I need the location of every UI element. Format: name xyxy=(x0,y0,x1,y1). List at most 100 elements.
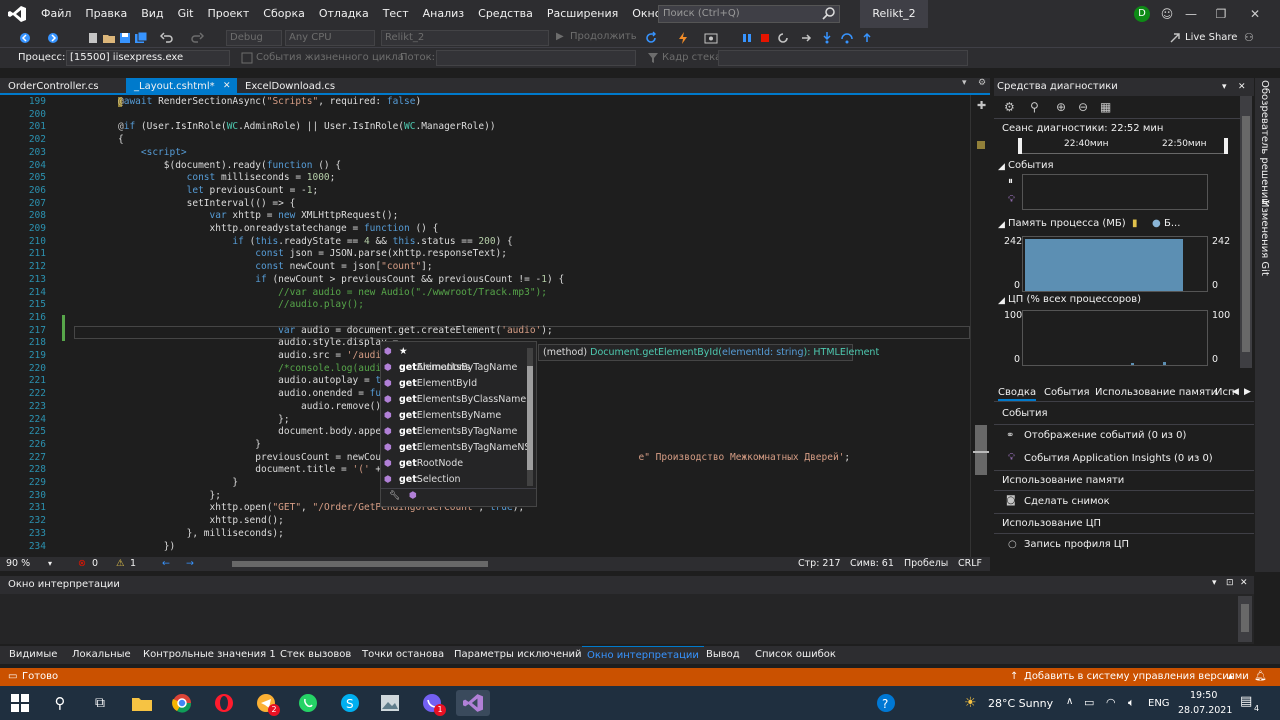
bottom-tab-7[interactable]: Вывод xyxy=(701,646,745,664)
code-line[interactable]: xhttp.onreadystatechange = function () { xyxy=(118,223,439,236)
immediate-window[interactable]: Окно интерпретации ▾ ⊡ ✕ xyxy=(0,576,1254,644)
immediate-scrollbar[interactable] xyxy=(1238,596,1252,642)
code-line[interactable]: <script> xyxy=(118,147,187,160)
redo-icon[interactable] xyxy=(190,31,204,45)
weather-text[interactable]: 28°C Sunny xyxy=(988,697,1053,710)
tabs-next-icon[interactable]: ▶ xyxy=(1244,387,1251,397)
memory-graph[interactable] xyxy=(1022,236,1208,292)
warning-icon[interactable]: ⚠ xyxy=(116,557,125,571)
step-out-icon[interactable] xyxy=(860,31,874,45)
diagnostics-scrollbar[interactable] xyxy=(1240,96,1252,368)
tabs-prev-icon[interactable]: ◀ xyxy=(1232,387,1239,397)
startup-project-dropdown[interactable]: Relikt_2 xyxy=(381,30,549,46)
bottom-tab-5[interactable]: Параметры исключений xyxy=(449,646,587,664)
live-share-icon[interactable] xyxy=(1168,31,1182,45)
wifi-icon[interactable]: ◠ xyxy=(1106,696,1116,709)
action-center-icon[interactable]: ▤ xyxy=(1240,694,1252,709)
save-icon[interactable] xyxy=(118,31,132,45)
add-to-source-control-button[interactable]: Добавить в систему управления версиями xyxy=(1024,668,1249,686)
tab-exceldownload[interactable]: ExcelDownload.cs xyxy=(237,78,347,95)
horizontal-scrollbar[interactable] xyxy=(232,561,488,567)
clock-date[interactable]: 28.07.2021 xyxy=(1178,705,1232,716)
settings-icon[interactable]: ⚙ xyxy=(1004,100,1015,114)
solution-explorer-tab[interactable]: Обозреватель решений xyxy=(1259,80,1270,205)
code-line[interactable]: } xyxy=(118,477,238,490)
menu-item-9[interactable]: Средства xyxy=(471,0,540,28)
collapse-icon[interactable]: ◢ xyxy=(998,220,1005,230)
bottom-tab-4[interactable]: Точки останова xyxy=(357,646,449,664)
menu-item-1[interactable]: Правка xyxy=(78,0,134,28)
process-dropdown[interactable]: [15500] iisexpress.exe xyxy=(66,50,230,66)
visual-studio-logo-icon[interactable] xyxy=(0,0,34,28)
bottom-tab-3[interactable]: Стек вызовов xyxy=(275,646,356,664)
lifecycle-events-icon[interactable] xyxy=(240,51,254,65)
volume-icon[interactable]: 🔈︎ xyxy=(1128,696,1135,710)
scrollbar-thumb[interactable] xyxy=(975,425,987,475)
notifications-icon[interactable]: 🔔︎ xyxy=(1254,668,1267,686)
events-display-link[interactable]: Отображение событий (0 из 0) xyxy=(1024,430,1186,441)
help-icon[interactable]: ? xyxy=(872,690,900,716)
show-next-statement-icon[interactable] xyxy=(800,31,814,45)
code-line[interactable]: xhttp.send(); xyxy=(118,515,284,528)
tray-chevron-icon[interactable]: ∧ xyxy=(1066,696,1073,707)
intellisense-item[interactable]: ⬢ getElementById xyxy=(381,376,527,392)
code-line[interactable]: //audio.play(); xyxy=(118,299,364,312)
code-line[interactable]: }; xyxy=(118,414,289,427)
code-line[interactable]: audio.autoplay = true xyxy=(118,375,398,388)
code-line[interactable]: //var audio = new Audio("./wwwroot/Track… xyxy=(118,287,547,300)
live-share-button[interactable]: Live Share xyxy=(1185,32,1237,43)
intellisense-item[interactable]: ⬢ ★ getElementsByTagName xyxy=(381,344,527,373)
menu-item-6[interactable]: Отладка xyxy=(312,0,376,28)
screenshot-icon[interactable] xyxy=(704,31,718,45)
feedback-person-icon[interactable]: ⚇ xyxy=(1244,31,1254,44)
code-line[interactable]: $(document).ready(function () { xyxy=(118,160,341,173)
collapse-icon[interactable]: ◢ xyxy=(998,162,1005,172)
code-line[interactable]: audio.remove() // xyxy=(118,401,398,414)
settings-icon[interactable]: ⚙ xyxy=(978,78,986,88)
code-line[interactable]: }, milliseconds); xyxy=(118,528,284,541)
pin-icon[interactable]: ⊡ xyxy=(1226,578,1234,588)
code-line[interactable]: setInterval(() => { xyxy=(118,198,296,211)
source-control-dropdown-icon[interactable]: ▴ xyxy=(1228,668,1233,686)
skype-icon[interactable]: S xyxy=(336,690,364,716)
intellisense-item[interactable]: ⬢ getElementsByName xyxy=(381,408,527,424)
zoom-in-icon[interactable]: ⊕ xyxy=(1056,100,1066,114)
step-over-icon[interactable] xyxy=(840,31,854,45)
panel-close-icon[interactable]: ✕ xyxy=(1240,578,1248,588)
start-icon[interactable] xyxy=(6,690,34,716)
code-line[interactable]: audio.src = '/audio/T xyxy=(118,350,398,363)
search-input[interactable]: Поиск (Ctrl+Q) xyxy=(658,5,840,23)
save-all-icon[interactable] xyxy=(134,31,148,45)
error-icon[interactable]: ⊗ xyxy=(78,557,86,571)
timeline-end-handle[interactable] xyxy=(1224,138,1228,154)
search-icon[interactable] xyxy=(822,6,836,20)
tab-summary[interactable]: Сводка xyxy=(998,387,1037,401)
opera-icon[interactable] xyxy=(210,690,238,716)
bottom-tab-0[interactable]: Видимые xyxy=(4,646,62,664)
whitespace-indicator[interactable]: Пробелы xyxy=(904,557,948,571)
network-icon[interactable]: ▭ xyxy=(1084,696,1094,709)
code-line[interactable]: const newCount = json["count"]; xyxy=(118,261,432,274)
timeline-ruler[interactable]: 22:40мин 22:50мин xyxy=(1020,138,1228,154)
method-filter-icon[interactable]: ⬢ xyxy=(409,491,417,501)
editor-vertical-scrollbar[interactable]: ✚ xyxy=(970,95,990,557)
reset-view-icon[interactable]: ▦ xyxy=(1100,100,1111,114)
menu-item-3[interactable]: Git xyxy=(171,0,201,28)
whatsapp-icon[interactable] xyxy=(294,690,322,716)
timeline-start-handle[interactable] xyxy=(1018,138,1022,154)
tab-list-dropdown-icon[interactable]: ▾ xyxy=(962,78,967,88)
events-track[interactable] xyxy=(1022,174,1208,210)
lifecycle-events-label[interactable]: События жизненного цикла xyxy=(256,52,404,63)
intellisense-item[interactable]: ⬢ getSelection xyxy=(381,472,527,488)
previous-issue-icon[interactable]: ← xyxy=(162,557,170,571)
code-line[interactable]: document.title = '(' + js xyxy=(118,464,398,477)
tab-memory[interactable]: Использование памяти xyxy=(1095,387,1217,398)
avatar[interactable]: D xyxy=(1134,6,1150,22)
task-view-icon[interactable]: ⧉ xyxy=(86,690,114,716)
menu-item-8[interactable]: Анализ xyxy=(416,0,472,28)
split-editor-icon[interactable]: ✚ xyxy=(977,99,986,112)
intellisense-scrollbar[interactable] xyxy=(527,348,533,486)
tab-events[interactable]: События xyxy=(1044,387,1090,398)
undo-icon[interactable] xyxy=(160,31,174,45)
app-insights-link[interactable]: События Application Insights (0 из 0) xyxy=(1024,453,1213,464)
